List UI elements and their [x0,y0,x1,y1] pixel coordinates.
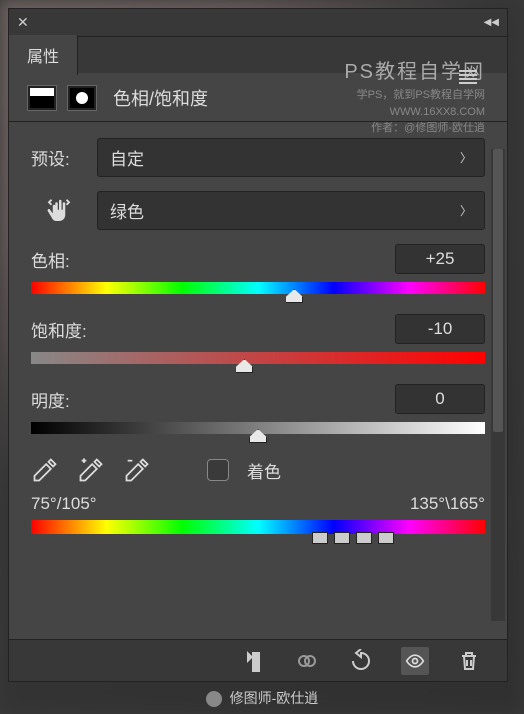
eyedropper-icon[interactable] [31,456,59,484]
trash-icon[interactable] [455,647,483,675]
saturation-thumb[interactable] [235,359,253,373]
clip-to-layer-icon[interactable] [239,647,267,675]
preset-value: 自定 [110,145,144,170]
hue-value[interactable]: +25 [395,244,485,274]
panel-titlebar: ✕ ◀◀ [9,9,507,37]
view-previous-icon[interactable] [293,647,321,675]
panel-menu-icon[interactable] [453,65,483,89]
eyedropper-add-icon[interactable] [77,456,105,484]
preset-select[interactable]: 自定 〉 [97,138,485,177]
collapse-icon[interactable]: ◀◀ [484,17,499,28]
adjustment-title: 色相/饱和度 [113,85,208,111]
channel-value: 绿色 [110,198,144,223]
footer-credit: 修图师-欧仕逍 [0,688,524,708]
scrollbar[interactable] [491,149,505,621]
scrollbar-thumb[interactable] [493,149,503,432]
tab-properties[interactable]: 属性 [9,35,78,75]
chevron-down-icon: 〉 [460,149,472,166]
layer-mask-icon[interactable] [67,85,97,111]
saturation-label: 饱和度: [31,317,87,342]
colorize-label: 着色 [247,458,281,483]
hue-label: 色相: [31,247,70,272]
weibo-icon [206,691,222,707]
channel-select[interactable]: 绿色 〉 [97,191,485,230]
lightness-value[interactable]: 0 [395,384,485,414]
hue-thumb[interactable] [285,289,303,303]
hsl-adjustment-icon[interactable] [27,85,57,111]
saturation-slider[interactable] [31,352,485,364]
preset-label: 预设: [31,145,87,170]
range-markers[interactable] [312,532,394,544]
lightness-label: 明度: [31,387,70,412]
visibility-icon[interactable] [401,647,429,675]
panel-content: 预设: 自定 〉 绿色 〉 色相: +25 [9,122,507,639]
range-left: 75°/105° [31,494,97,514]
color-range-slider[interactable] [31,520,485,534]
targeted-adjustment-icon[interactable] [31,194,87,228]
saturation-value[interactable]: -10 [395,314,485,344]
hue-slider[interactable] [31,282,485,294]
eyedropper-subtract-icon[interactable] [123,456,151,484]
colorize-checkbox[interactable] [207,459,229,481]
panel-bottombar [9,639,507,681]
reset-icon[interactable] [347,647,375,675]
chevron-down-icon: 〉 [460,202,472,219]
close-icon[interactable]: ✕ [17,14,29,31]
properties-panel: ✕ ◀◀ 属性 PS教程自学网 学PS，就到PS教程自学网 WWW.16XX8.… [8,8,508,682]
lightness-thumb[interactable] [249,429,267,443]
range-right: 135°\165° [410,494,485,514]
lightness-slider[interactable] [31,422,485,434]
